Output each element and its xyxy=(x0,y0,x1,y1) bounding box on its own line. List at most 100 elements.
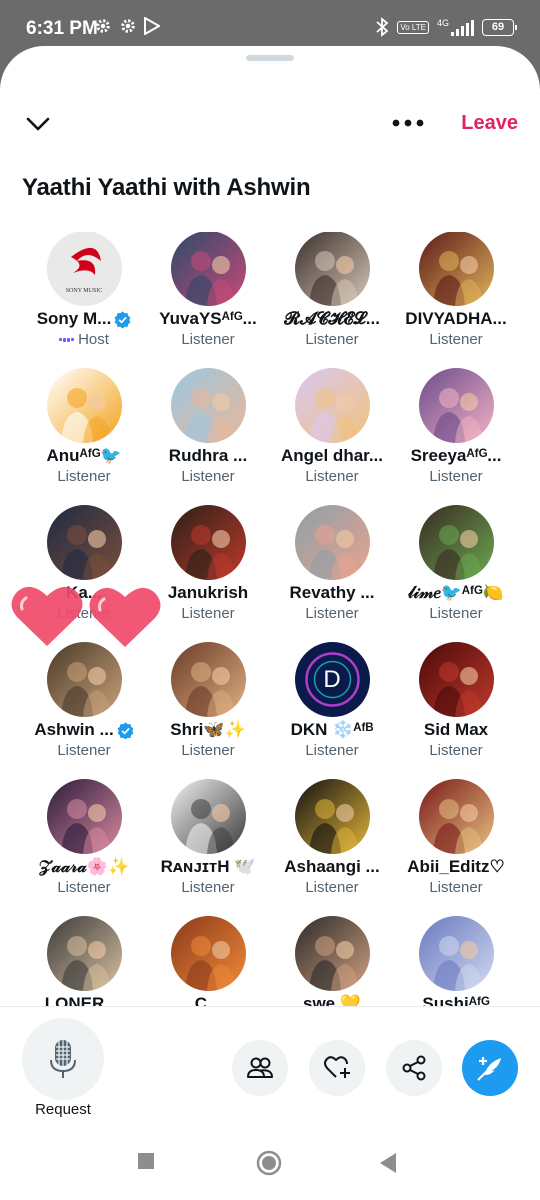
participant-item[interactable]: LONER__Listener xyxy=(22,916,146,1006)
request-button[interactable] xyxy=(22,1018,104,1100)
participant-role: Listener xyxy=(57,742,110,759)
avatar[interactable] xyxy=(46,368,122,443)
participant-role: Listener xyxy=(429,468,482,485)
participant-item[interactable]: 𝓡𝓐𝓒𝓗𝓔𝓛... Listener xyxy=(270,232,394,369)
participant-role: Listener xyxy=(305,879,358,896)
avatar[interactable] xyxy=(294,916,370,991)
participant-item[interactable]: C...Listener xyxy=(146,916,270,1006)
avatar[interactable] xyxy=(294,232,370,306)
participant-item[interactable]: YuvaYSᴬᶠᴳ... Listener xyxy=(146,232,270,369)
avatar[interactable]: SONY MUSIC xyxy=(46,232,122,306)
collapse-button[interactable] xyxy=(22,110,54,138)
participant-name-text: RᴀɴᴊɪᴛH 🕊️ xyxy=(160,857,256,876)
status-time: 6:31 PM xyxy=(26,18,98,39)
avatar[interactable] xyxy=(418,232,494,306)
react-button[interactable] xyxy=(309,1040,365,1096)
microphone-icon xyxy=(50,1040,76,1078)
participant-role: Listener xyxy=(305,605,358,622)
avatar[interactable] xyxy=(418,916,494,991)
participant-name: Revathy ... xyxy=(289,583,374,603)
participant-item[interactable]: 𝓁𝒾𝓂𝑒🐦ᴬᶠᴳ🍋 Listener xyxy=(394,505,518,643)
participant-name: Anuᴬᶠᴳ🐦 xyxy=(46,446,121,466)
participant-item[interactable]: Rudhra ... Listener xyxy=(146,368,270,506)
avatar-label: D xyxy=(323,666,341,693)
participant-name-text: Ashwin ... xyxy=(34,720,114,739)
participant-role: Listener xyxy=(57,879,110,896)
participant-item[interactable]: Angel dhar... Listener xyxy=(270,368,394,506)
participant-role: Listener xyxy=(429,331,482,348)
participant-name: DKN ❄️ᴬᶠᴮ xyxy=(291,720,374,740)
avatar[interactable] xyxy=(170,232,246,306)
participant-role: Listener xyxy=(429,605,482,622)
participant-item[interactable]: SushiᴬᶠᴳListener xyxy=(394,916,518,1006)
home-icon[interactable] xyxy=(256,1150,282,1176)
participant-item[interactable]: SONY MUSIC Sony M... Host xyxy=(22,232,146,369)
participant-name: Shri🦋✨ xyxy=(170,720,245,740)
participant-role: Listener xyxy=(57,468,110,485)
volte-icon: Vo LTE xyxy=(397,20,429,34)
avatar[interactable] xyxy=(170,368,246,443)
back-icon[interactable] xyxy=(378,1152,398,1174)
participants-button[interactable] xyxy=(232,1040,288,1096)
avatar[interactable] xyxy=(294,779,370,854)
participant-item[interactable]: Ashaangi ... Listener xyxy=(270,779,394,917)
drag-handle[interactable] xyxy=(246,55,294,61)
compose-tweet-button[interactable] xyxy=(462,1040,518,1096)
participant-role-text: Host xyxy=(78,331,109,348)
share-button[interactable] xyxy=(386,1040,442,1096)
participant-item[interactable]: RᴀɴᴊɪᴛH 🕊️ Listener xyxy=(146,779,270,917)
participant-item[interactable]: Shri🦋✨ Listener xyxy=(146,642,270,780)
leave-button[interactable]: Leave xyxy=(461,112,518,135)
bluetooth-icon xyxy=(376,17,389,37)
participant-name-text: Rudhra ... xyxy=(168,446,248,465)
network-type: 4G xyxy=(436,18,449,28)
participant-item[interactable]: swe 💛Listener xyxy=(270,916,394,1006)
avatar[interactable] xyxy=(46,916,122,991)
participant-item[interactable]: Revathy ... Listener xyxy=(270,505,394,643)
avatar[interactable] xyxy=(170,505,246,580)
host-audio-icon xyxy=(59,337,75,342)
participant-role: Listener xyxy=(181,605,234,622)
avatar[interactable] xyxy=(418,505,494,580)
participant-name-text: Angel dhar... xyxy=(280,446,384,465)
participant-item[interactable]: D DKN ❄️ᴬᶠᴮ Listener xyxy=(270,642,394,780)
avatar[interactable] xyxy=(418,368,494,443)
participant-name-text: Ashaangi ... xyxy=(284,857,380,876)
avatar[interactable] xyxy=(294,368,370,443)
heart-plus-icon xyxy=(324,1056,350,1078)
participant-role-text: Listener xyxy=(429,468,483,485)
avatar[interactable] xyxy=(46,779,122,854)
more-options-button[interactable] xyxy=(388,109,428,137)
participant-item[interactable]: Anuᴬᶠᴳ🐦 Listener xyxy=(22,368,146,506)
participant-role-text: Listener xyxy=(305,331,359,348)
avatar[interactable] xyxy=(170,779,246,854)
participant-item[interactable]: DIVYADHA... Listener xyxy=(394,232,518,369)
avatar[interactable] xyxy=(46,642,122,717)
avatar[interactable] xyxy=(170,916,246,991)
participant-role-text: Listener xyxy=(305,605,359,622)
participant-item[interactable]: Janukrish Listener xyxy=(146,505,270,643)
participant-role-text: Listener xyxy=(181,468,235,485)
participant-role-text: Listener xyxy=(429,879,483,896)
participant-name: 𝓡𝓐𝓒𝓗𝓔𝓛... xyxy=(284,309,380,329)
participant-role-text: Listener xyxy=(429,331,483,348)
avatar[interactable] xyxy=(418,779,494,854)
avatar[interactable] xyxy=(294,505,370,580)
participant-item[interactable]: Sreeyaᴬᶠᴳ... Listener xyxy=(394,368,518,506)
recents-icon[interactable] xyxy=(137,1152,155,1170)
participant-name-text: Sushiᴬᶠᴳ xyxy=(422,994,490,1006)
participant-name: swe 💛 xyxy=(303,994,361,1006)
participant-item[interactable]: Sid Max Listener xyxy=(394,642,518,780)
settings-icon xyxy=(96,19,110,33)
participant-item[interactable]: Ashwin ... Listener xyxy=(22,642,146,780)
avatar[interactable] xyxy=(170,642,246,717)
participant-name: Abii_Editz♡ xyxy=(407,857,504,877)
avatar[interactable] xyxy=(418,642,494,717)
participant-item[interactable]: Abii_Editz♡ Listener xyxy=(394,779,518,917)
participant-role-text: Listener xyxy=(181,331,235,348)
avatar[interactable] xyxy=(46,505,122,580)
participant-name: Sid Max xyxy=(424,720,488,740)
participant-role-text: Listener xyxy=(181,605,235,622)
avatar[interactable]: D xyxy=(294,642,370,717)
participant-item[interactable]: 𝒵𝒶𝒶𝓇𝒶🌸✨ Listener xyxy=(22,779,146,917)
